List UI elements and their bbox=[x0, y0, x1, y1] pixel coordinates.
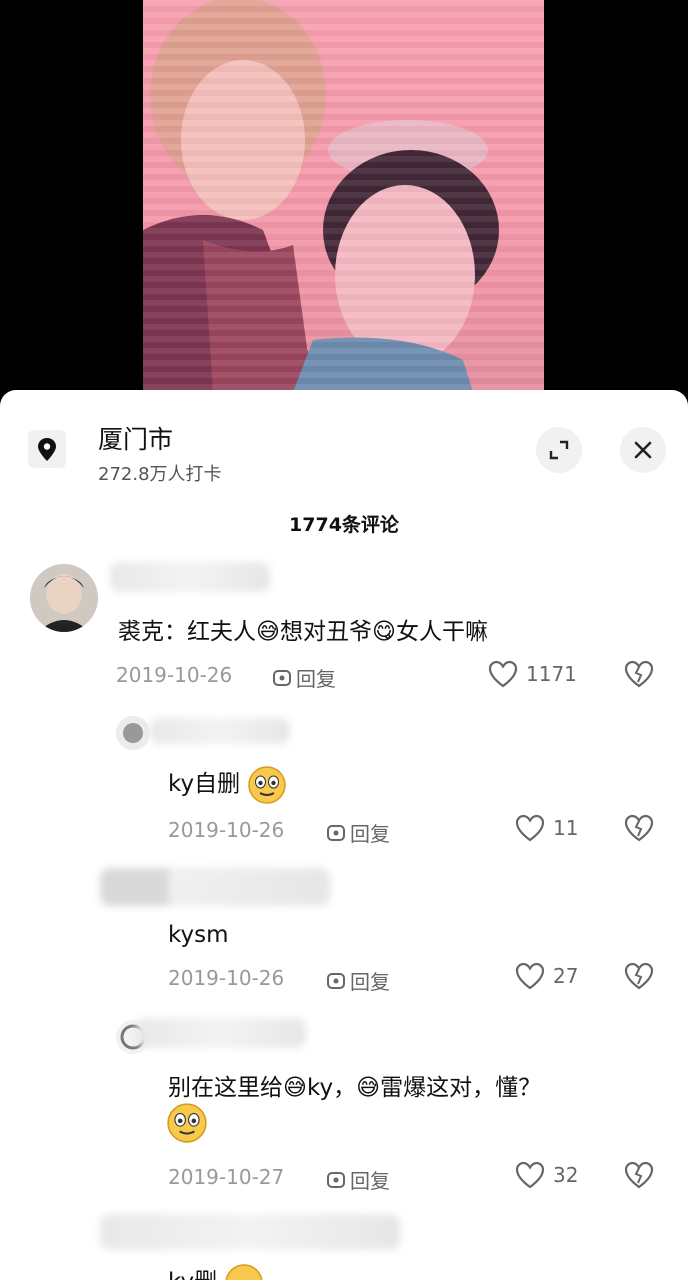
comment-text: ky自删 bbox=[168, 764, 287, 805]
location-name[interactable]: 厦门市 bbox=[98, 420, 173, 456]
comment-date: 2019-10-27 bbox=[168, 1165, 285, 1189]
comment-text: kysm bbox=[168, 922, 229, 948]
heart-icon bbox=[515, 814, 545, 842]
reply-icon bbox=[327, 824, 345, 841]
comment-date: 2019-10-26 bbox=[116, 663, 233, 687]
like-count: 11 bbox=[553, 816, 579, 840]
comments-sheet: 厦门市 272.8万人打卡 1774条评论 裘克：红夫人😅想对丑爷😋女人干嘛 2… bbox=[0, 390, 688, 1280]
close-button[interactable] bbox=[620, 427, 666, 473]
heart-icon bbox=[515, 962, 545, 990]
like-button[interactable]: 27 bbox=[515, 962, 578, 990]
reply-icon bbox=[327, 972, 345, 989]
like-count: 32 bbox=[553, 1163, 579, 1187]
location-pin-icon[interactable] bbox=[28, 430, 66, 468]
dislike-button[interactable] bbox=[624, 1161, 654, 1193]
username-blurred[interactable] bbox=[110, 562, 270, 592]
like-button[interactable]: 11 bbox=[515, 814, 578, 842]
location-checkins: 272.8万人打卡 bbox=[98, 464, 222, 485]
dislike-button[interactable] bbox=[624, 660, 654, 692]
reply-icon bbox=[327, 1171, 345, 1188]
reply-button[interactable]: 回复 bbox=[326, 966, 390, 995]
broken-heart-icon bbox=[624, 962, 654, 990]
close-icon bbox=[634, 441, 652, 459]
reply-label: 回复 bbox=[350, 970, 390, 994]
comments-count: 1774条评论 bbox=[289, 514, 399, 536]
like-button[interactable]: 32 bbox=[515, 1161, 578, 1189]
smiley-emoji-icon bbox=[166, 1102, 208, 1148]
dislike-button[interactable] bbox=[624, 814, 654, 846]
reply-button[interactable]: 回复 bbox=[272, 663, 336, 692]
expand-button[interactable] bbox=[536, 427, 582, 473]
comment-date: 2019-10-26 bbox=[168, 818, 285, 842]
avatar[interactable] bbox=[116, 716, 150, 750]
reply-label: 回复 bbox=[296, 667, 336, 691]
like-count: 1171 bbox=[526, 662, 577, 686]
username-blurred[interactable] bbox=[136, 1018, 306, 1048]
avatar[interactable] bbox=[30, 564, 98, 632]
broken-heart-icon bbox=[624, 1161, 654, 1189]
reply-button[interactable]: 回复 bbox=[326, 818, 390, 847]
username-blurred[interactable] bbox=[100, 1214, 400, 1250]
expand-icon bbox=[549, 440, 569, 460]
comment-text: ky删 bbox=[168, 1262, 264, 1280]
heart-icon bbox=[515, 1161, 545, 1189]
video-frame bbox=[143, 0, 544, 392]
reply-button[interactable]: 回复 bbox=[326, 1165, 390, 1194]
heart-icon bbox=[488, 660, 518, 688]
comment-text: 别在这里给😅ky，😅雷爆这对，懂？ bbox=[168, 1075, 542, 1101]
username-blurred[interactable] bbox=[150, 718, 290, 744]
broken-heart-icon bbox=[624, 660, 654, 688]
video-player[interactable] bbox=[0, 0, 688, 392]
username-blurred[interactable] bbox=[100, 868, 330, 906]
smiley-emoji-icon bbox=[225, 1263, 264, 1280]
reply-label: 回复 bbox=[350, 1169, 390, 1193]
dislike-button[interactable] bbox=[624, 962, 654, 994]
like-button[interactable]: 1171 bbox=[488, 660, 577, 688]
broken-heart-icon bbox=[624, 814, 654, 842]
reply-icon bbox=[273, 669, 291, 686]
comment-date: 2019-10-26 bbox=[168, 966, 285, 990]
like-count: 27 bbox=[553, 964, 579, 988]
comment-text: 裘克：红夫人😅想对丑爷😋女人干嘛 bbox=[118, 619, 488, 645]
smiley-emoji-icon bbox=[248, 765, 287, 804]
reply-label: 回复 bbox=[350, 822, 390, 846]
